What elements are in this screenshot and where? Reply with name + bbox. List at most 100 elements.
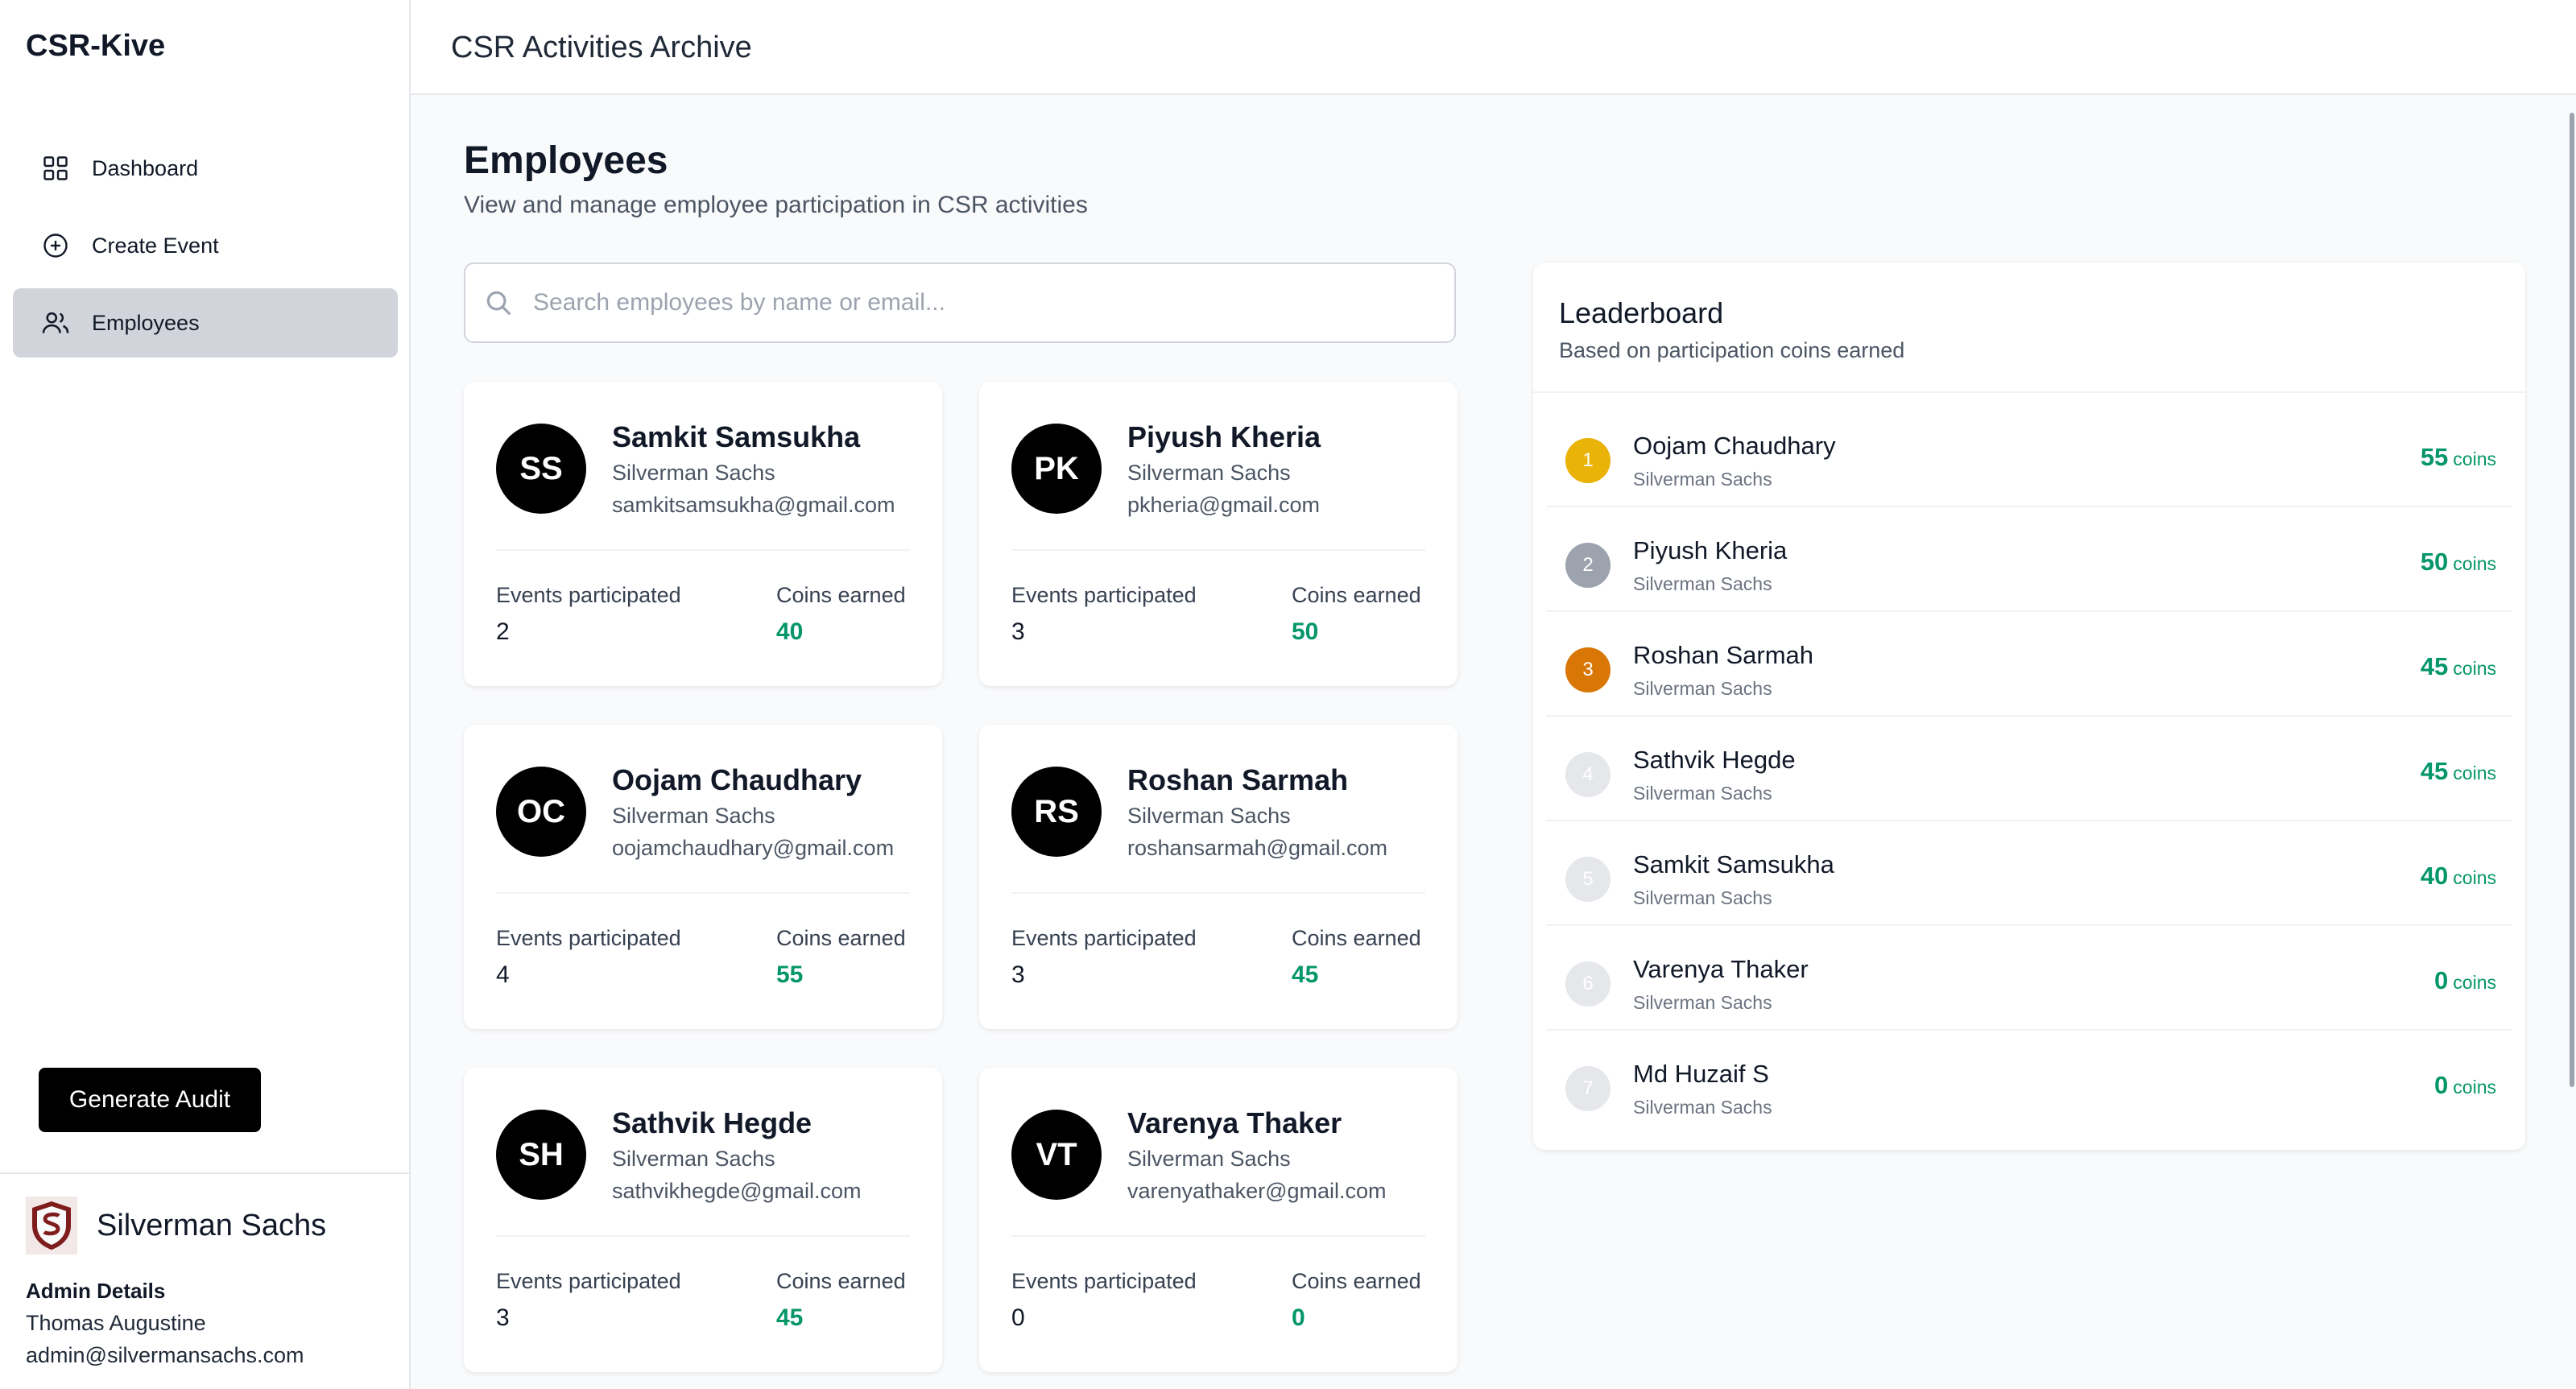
leaderboard-name: Varenya Thaker [1633, 955, 1809, 983]
coins-value: 0 [2434, 966, 2449, 994]
leaderboard-name: Roshan Sarmah [1633, 641, 1814, 669]
sidebar-item-employees[interactable]: Employees [13, 288, 398, 358]
leaderboard-coins: 50 coins [2421, 548, 2496, 577]
sidebar-item-dashboard[interactable]: Dashboard [13, 134, 398, 203]
search-input[interactable] [533, 289, 1435, 316]
events-label: Events participated [1011, 926, 1197, 950]
leaderboard-name: Samkit Samsukha [1633, 850, 1834, 878]
rank-badge: 4 [1565, 752, 1611, 797]
leaderboard-coins: 45 coins [2421, 652, 2496, 681]
avatar: VT [1011, 1110, 1102, 1200]
page-scrollbar[interactable] [2570, 113, 2574, 1087]
leaderboard-row[interactable]: 3 Roshan Sarmah Silverman Sachs 45 coins [1546, 612, 2512, 717]
sidebar: CSR-Kive Dashboard Create Event Employee… [0, 0, 411, 1389]
employee-email: sathvikhegde@gmail.com [612, 1179, 862, 1203]
search-box [464, 263, 1456, 343]
leaderboard-company: Silverman Sachs [1633, 469, 1772, 490]
leaderboard-name: Sathvik Hegde [1633, 746, 1796, 774]
leaderboard-coins: 55 coins [2421, 443, 2496, 472]
employee-card[interactable]: SH Sathvik Hegde Silverman Sachs sathvik… [464, 1068, 942, 1372]
events-label: Events participated [496, 926, 681, 950]
shield-logo-icon [26, 1197, 77, 1255]
coins-unit: coins [2453, 1077, 2496, 1098]
org-name: Silverman Sachs [97, 1208, 327, 1242]
leaderboard-coins: 0 coins [2434, 966, 2496, 995]
org-info: Silverman Sachs [26, 1197, 326, 1255]
employee-company: Silverman Sachs [1127, 461, 1291, 485]
employee-name: Varenya Thaker [1127, 1106, 1342, 1139]
employee-company: Silverman Sachs [612, 461, 775, 485]
coins-count: 0 [1292, 1304, 1305, 1331]
coins-unit: coins [2453, 763, 2496, 783]
coins-value: 40 [2420, 862, 2449, 890]
employee-company: Silverman Sachs [1127, 1147, 1291, 1171]
leaderboard-company: Silverman Sachs [1633, 1097, 1772, 1118]
leaderboard-row[interactable]: 2 Piyush Kheria Silverman Sachs 50 coins [1546, 507, 2512, 612]
sidebar-item-label: Employees [92, 310, 200, 335]
rank-badge: 3 [1565, 647, 1611, 692]
app-root: CSR-Kive Dashboard Create Event Employee… [0, 0, 2576, 1389]
employee-name: Samkit Samsukha [612, 420, 861, 453]
leaderboard-coins: 0 coins [2434, 1071, 2496, 1100]
leaderboard-row[interactable]: 7 Md Huzaif S Silverman Sachs 0 coins [1546, 1031, 2512, 1135]
admin-details-heading: Admin Details [26, 1279, 166, 1303]
events-count: 4 [496, 961, 510, 988]
generate-audit-button[interactable]: Generate Audit [39, 1068, 261, 1132]
plus-circle-icon [40, 230, 71, 261]
coins-count: 40 [776, 618, 804, 645]
leaderboard-coins: 45 coins [2421, 757, 2496, 786]
leaderboard-subtitle: Based on participation coins earned [1559, 338, 1905, 362]
coins-unit: coins [2453, 553, 2496, 574]
employee-card[interactable]: VT Varenya Thaker Silverman Sachs vareny… [979, 1068, 1458, 1372]
coins-label: Coins earned [1292, 926, 1421, 950]
leaderboard-panel: Leaderboard Based on participation coins… [1533, 263, 2525, 1150]
rank-badge: 5 [1565, 857, 1611, 902]
employee-card[interactable]: OC Oojam Chaudhary Silverman Sachs oojam… [464, 725, 942, 1029]
employee-name: Piyush Kheria [1127, 420, 1321, 453]
brand-logo-text[interactable]: CSR-Kive [26, 29, 165, 64]
sidebar-item-create-event[interactable]: Create Event [13, 211, 398, 280]
coins-unit: coins [2453, 867, 2496, 888]
events-label: Events participated [1011, 583, 1197, 607]
coins-label: Coins earned [776, 1269, 906, 1293]
leaderboard-row[interactable]: 6 Varenya Thaker Silverman Sachs 0 coins [1546, 926, 2512, 1031]
employee-name: Roshan Sarmah [1127, 763, 1349, 796]
employee-email: samkitsamsukha@gmail.com [612, 493, 895, 517]
users-icon [40, 308, 71, 338]
rank-badge: 2 [1565, 543, 1611, 588]
employee-card[interactable]: SS Samkit Samsukha Silverman Sachs samki… [464, 382, 942, 686]
sidebar-footer: Silverman Sachs Admin Details Thomas Aug… [0, 1172, 409, 1389]
leaderboard-coins: 40 coins [2421, 862, 2496, 891]
page-subtitle: View and manage employee participation i… [464, 192, 1088, 218]
events-label: Events participated [496, 1269, 681, 1293]
leaderboard-name: Md Huzaif S [1633, 1060, 1769, 1088]
leaderboard-name: Oojam Chaudhary [1633, 432, 1836, 460]
grid-icon [40, 153, 71, 184]
employee-card[interactable]: PK Piyush Kheria Silverman Sachs pkheria… [979, 382, 1458, 686]
avatar: RS [1011, 767, 1102, 857]
card-divider [1011, 892, 1425, 894]
employee-name: Oojam Chaudhary [612, 763, 862, 796]
admin-email: admin@silvermansachs.com [26, 1343, 304, 1367]
leaderboard-row[interactable]: 4 Sathvik Hegde Silverman Sachs 45 coins [1546, 717, 2512, 821]
avatar: OC [496, 767, 586, 857]
employee-card[interactable]: RS Roshan Sarmah Silverman Sachs roshans… [979, 725, 1458, 1029]
coins-unit: coins [2453, 658, 2496, 679]
leaderboard-company: Silverman Sachs [1633, 992, 1772, 1013]
employee-company: Silverman Sachs [612, 804, 775, 828]
employee-email: roshansarmah@gmail.com [1127, 836, 1388, 860]
leaderboard-row[interactable]: 1 Oojam Chaudhary Silverman Sachs 55 coins [1546, 403, 2512, 507]
leaderboard-company: Silverman Sachs [1633, 783, 1772, 804]
card-divider [496, 549, 910, 551]
events-label: Events participated [496, 583, 681, 607]
avatar: PK [1011, 424, 1102, 514]
events-label: Events participated [1011, 1269, 1197, 1293]
coins-count: 50 [1292, 618, 1319, 645]
sidebar-nav: Dashboard Create Event Employees [13, 134, 398, 366]
rank-badge: 7 [1565, 1066, 1611, 1111]
coins-value: 0 [2434, 1071, 2449, 1099]
coins-unit: coins [2453, 972, 2496, 993]
leaderboard-row[interactable]: 5 Samkit Samsukha Silverman Sachs 40 coins [1546, 821, 2512, 926]
employee-company: Silverman Sachs [612, 1147, 775, 1171]
admin-name: Thomas Augustine [26, 1311, 206, 1335]
